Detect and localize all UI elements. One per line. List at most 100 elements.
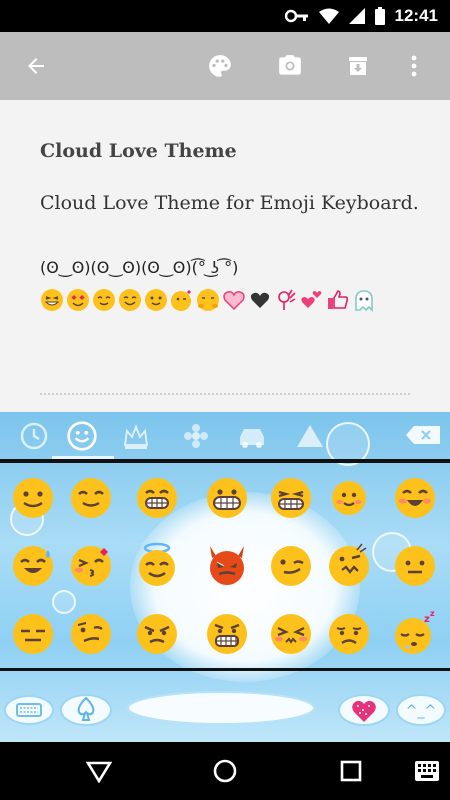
download-button[interactable] <box>344 52 372 80</box>
sparkle-heart-emoji-icon <box>223 291 245 311</box>
spade-icon <box>60 694 112 726</box>
smiley-icon <box>67 421 97 451</box>
rosy-smile-emoji-key[interactable] <box>324 472 374 522</box>
backspace-icon <box>406 426 440 444</box>
home-circle-icon <box>213 759 237 783</box>
backspace-key[interactable] <box>406 426 440 444</box>
nav-recents-button[interactable] <box>336 756 366 786</box>
vpn-key-icon <box>284 9 308 23</box>
nav-back-button[interactable] <box>84 756 114 786</box>
theme-description: Cloud Love Theme for Emoji Keyboard. <box>40 192 419 214</box>
ghost-emoji-icon <box>355 290 373 312</box>
app-bar <box>0 32 450 100</box>
flower-icon <box>184 424 208 448</box>
big-grin-emoji-icon <box>207 478 247 518</box>
navigation-bar <box>0 742 450 800</box>
kaomoji-string: (ʘ‿ʘ)(ʘ‿ʘ)(ʘ‿ʘ) <box>40 258 192 277</box>
blush-smile-emoji-key[interactable] <box>66 472 116 522</box>
emoji-keyboard: zz ^_^ <box>0 412 450 742</box>
camera-button[interactable] <box>276 52 304 80</box>
kiss-heart-emoji-icon <box>171 290 191 311</box>
wink-kiss-emoji-icon <box>71 546 111 586</box>
grin-squint-emoji-icon <box>41 289 63 311</box>
big-grin-emoji-key[interactable] <box>202 472 252 522</box>
devil-emoji-key[interactable] <box>202 540 252 590</box>
kaomoji-key[interactable]: ^_^ <box>396 688 446 728</box>
keyboard-bottom-row: ^_^ <box>0 674 450 742</box>
emoji-preview-row <box>40 288 376 312</box>
back-arrow-icon <box>28 58 44 74</box>
space-key[interactable] <box>126 690 316 726</box>
kaomoji-key-label: ^_^ <box>406 703 436 719</box>
keyboard-icon <box>4 695 54 725</box>
laugh-emoji-key[interactable] <box>390 472 440 522</box>
more-vert-icon <box>411 55 417 77</box>
emoji-category-tabs <box>0 412 450 460</box>
grin-emoji-key[interactable] <box>132 472 182 522</box>
smile-emoji-icon <box>13 478 53 518</box>
beaming-emoji-icon <box>271 478 311 518</box>
angry-emoji-key[interactable] <box>132 608 182 658</box>
blush-emoji-icon <box>93 289 115 311</box>
tab-smileys[interactable] <box>62 418 102 454</box>
neutral-blank-emoji-key[interactable] <box>390 540 440 590</box>
confused-emoji-icon <box>71 614 111 654</box>
blush-smile-emoji-icon <box>71 478 111 518</box>
smile-emoji-key[interactable] <box>8 472 58 522</box>
nav-keyboard-picker-button[interactable] <box>412 756 442 786</box>
grimacing-emoji-key[interactable] <box>202 608 252 658</box>
pouting-emoji-key[interactable] <box>266 608 316 658</box>
archive-icon <box>349 57 367 75</box>
recent-clock-icon <box>20 422 48 450</box>
svg-text:z: z <box>430 609 435 618</box>
tab-travel[interactable] <box>232 418 272 454</box>
smirk-emoji-key[interactable] <box>266 540 316 590</box>
halo-emoji-key[interactable] <box>132 540 182 590</box>
two-hearts-emoji-icon <box>301 291 322 308</box>
sad-emoji-icon <box>329 614 369 654</box>
expressionless-emoji-key[interactable] <box>8 608 58 658</box>
tab-recent[interactable] <box>14 418 54 454</box>
theme-button[interactable] <box>206 52 234 80</box>
grimace-emoji-icon <box>329 543 369 586</box>
tab-symbols[interactable] <box>290 418 330 454</box>
wink-kiss-emoji-key[interactable] <box>66 540 116 590</box>
halo-emoji-icon <box>139 542 175 586</box>
cell-signal-icon <box>348 8 365 24</box>
heart-key[interactable] <box>338 688 390 728</box>
beaming-emoji-key[interactable] <box>266 472 316 522</box>
neutral-blank-emoji-icon <box>395 546 435 586</box>
crown-icon <box>123 424 149 449</box>
theme-description-area: Cloud Love Theme Cloud Love Theme for Em… <box>0 100 450 412</box>
sleeping-emoji-key[interactable]: zz <box>390 608 440 658</box>
back-triangle-icon <box>86 761 112 783</box>
palette-icon <box>209 55 231 77</box>
sweat-smile-emoji-icon <box>13 546 53 586</box>
keyboard-separator <box>0 668 450 671</box>
back-button[interactable] <box>22 52 50 80</box>
wifi-icon <box>318 8 339 24</box>
grin-emoji-icon <box>137 478 177 518</box>
recents-square-icon <box>340 760 362 782</box>
car-icon <box>240 429 264 448</box>
battery-icon <box>374 7 385 25</box>
nav-home-button[interactable] <box>210 756 240 786</box>
tab-objects[interactable] <box>116 418 156 454</box>
camera-icon <box>279 55 301 75</box>
more-options-button[interactable] <box>400 52 428 80</box>
sleeping-emoji-icon: zz <box>395 609 435 654</box>
thumbs-up-emoji-icon <box>328 290 349 309</box>
sweat-smile-emoji-key[interactable] <box>8 540 58 590</box>
grimace-emoji-key[interactable] <box>324 540 374 590</box>
rosy-smile-emoji-icon <box>332 481 366 515</box>
sad-emoji-key[interactable] <box>324 608 374 658</box>
confused-emoji-key[interactable] <box>66 608 116 658</box>
status-time: 12:41 <box>394 6 438 25</box>
keyboard-separator <box>0 459 450 463</box>
keyboard-switch-key[interactable] <box>4 688 54 728</box>
status-bar: 12:41 <box>0 0 450 32</box>
tab-nature[interactable] <box>176 418 216 454</box>
grimacing-emoji-icon <box>207 614 247 654</box>
spade-key[interactable] <box>60 688 112 728</box>
black-heart-emoji-icon <box>250 292 270 308</box>
